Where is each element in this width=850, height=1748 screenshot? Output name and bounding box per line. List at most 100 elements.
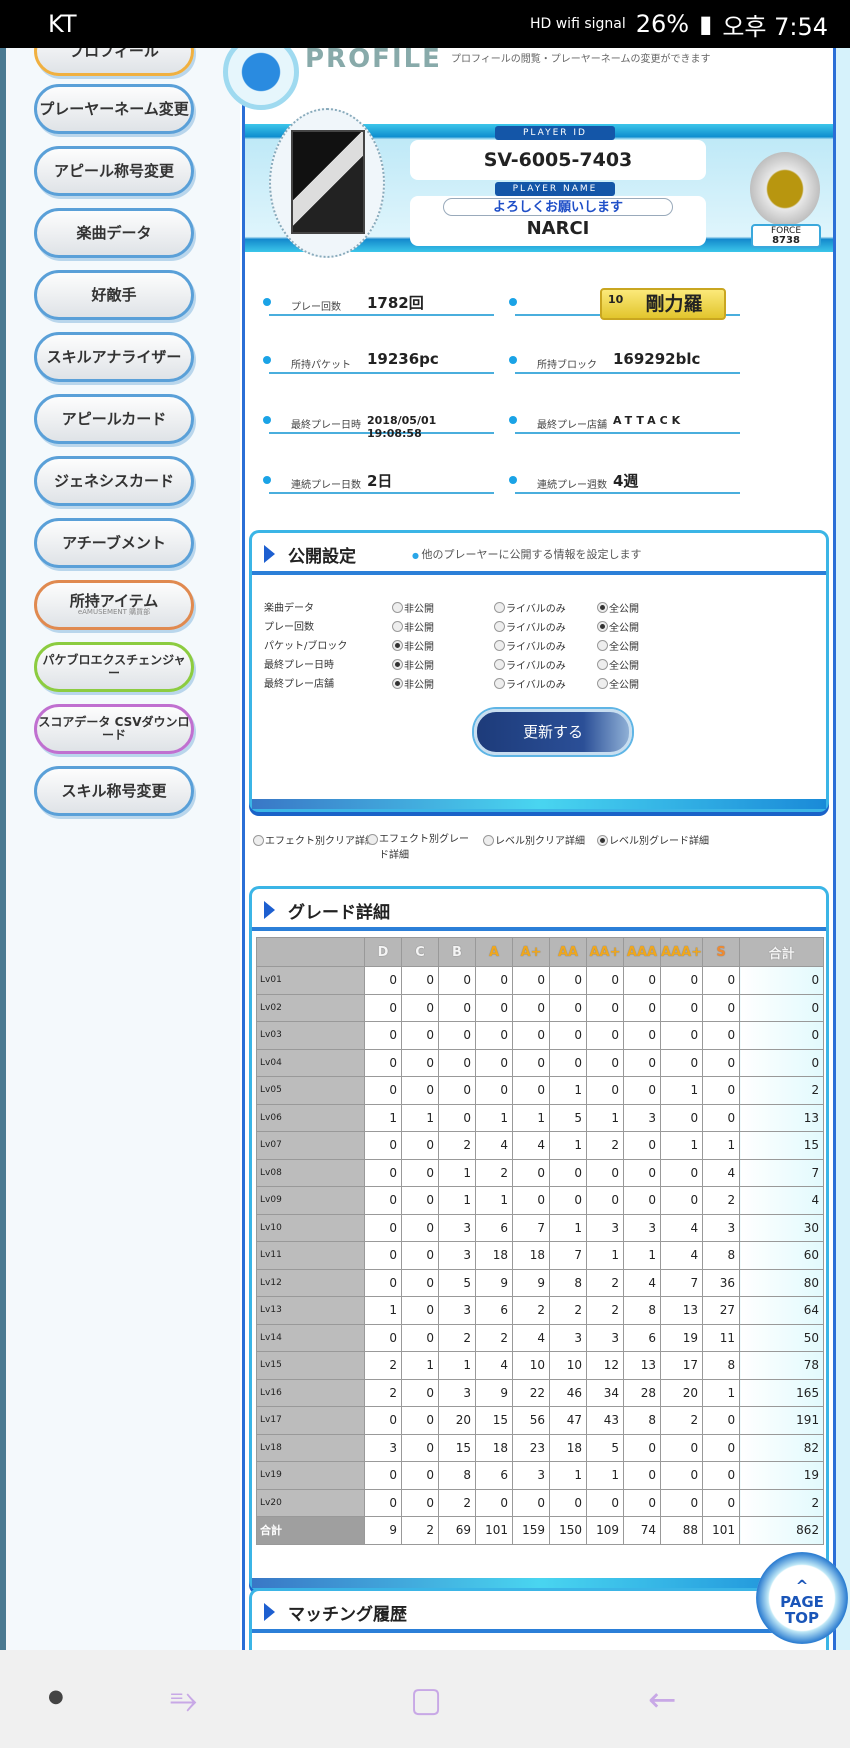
count-cell: 1 xyxy=(550,1214,587,1242)
level-cell: Lv08 xyxy=(257,1159,365,1187)
table-row: Lv0800120000047 xyxy=(257,1159,824,1187)
update-button[interactable]: 更新する xyxy=(474,709,632,755)
sidebar-item[interactable]: 好敵手 xyxy=(34,270,194,320)
sidebar-item[interactable]: スコアデータ CSVダウンロード xyxy=(34,704,194,754)
grade-column-header: S xyxy=(703,938,740,967)
sidebar-item[interactable]: アピールカード xyxy=(34,394,194,444)
sidebar-item[interactable]: パケブロエクスチェンジャー xyxy=(34,642,194,692)
radio-label: 非公開 xyxy=(404,638,434,653)
radio-icon[interactable] xyxy=(494,640,505,651)
count-cell: 0 xyxy=(476,1022,513,1050)
count-cell: 15 xyxy=(476,1407,513,1435)
count-cell: 7 xyxy=(740,1159,824,1187)
count-cell: 0 xyxy=(439,994,476,1022)
radio-icon[interactable] xyxy=(494,659,505,670)
sidebar-item[interactable]: アピール称号変更 xyxy=(34,146,194,196)
privacy-radio[interactable]: 非公開 xyxy=(392,676,434,691)
count-cell: 3 xyxy=(587,1214,624,1242)
table-header-row: DCBAA+AAAA+AAAAAA+S合計 xyxy=(257,938,824,967)
total-cell: 88 xyxy=(661,1517,703,1545)
radio-icon[interactable] xyxy=(494,621,505,632)
sidebar-item[interactable]: ジェネシスカード xyxy=(34,456,194,506)
back-icon[interactable]: ← xyxy=(648,1680,677,1720)
stat-value: 1782回 xyxy=(367,292,424,313)
privacy-radio[interactable]: 非公開 xyxy=(392,619,434,634)
count-cell: 0 xyxy=(550,1049,587,1077)
count-cell: 34 xyxy=(587,1379,624,1407)
privacy-radio[interactable]: ライバルのみ xyxy=(494,676,566,691)
radio-label: エフェクト別クリア詳細 xyxy=(265,832,375,847)
privacy-radio[interactable]: 全公開 xyxy=(597,619,639,634)
radio-icon[interactable] xyxy=(597,678,608,689)
radio-icon[interactable] xyxy=(494,678,505,689)
privacy-radio[interactable]: ライバルのみ xyxy=(494,619,566,634)
privacy-radio[interactable]: 全公開 xyxy=(597,638,639,653)
recent-apps-icon[interactable]: ⥱ xyxy=(170,1680,197,1720)
count-cell: 1 xyxy=(703,1132,740,1160)
radio-icon[interactable] xyxy=(392,640,403,651)
radio-icon[interactable] xyxy=(494,602,505,613)
radio-icon[interactable] xyxy=(392,678,403,689)
radio-icon[interactable] xyxy=(392,621,403,632)
privacy-radio[interactable]: ライバルのみ xyxy=(494,638,566,653)
count-cell: 0 xyxy=(476,1077,513,1105)
sidebar-item[interactable]: 楽曲データ xyxy=(34,208,194,258)
privacy-radio[interactable]: ライバルのみ xyxy=(494,600,566,615)
section-footer xyxy=(252,799,826,809)
count-cell: 8 xyxy=(624,1297,661,1325)
level-cell: Lv03 xyxy=(257,1022,365,1050)
count-cell: 0 xyxy=(513,1049,550,1077)
count-cell: 6 xyxy=(476,1462,513,1490)
page-top-button[interactable]: ^PAGETOP xyxy=(756,1552,848,1644)
view-option-radio[interactable]: レベル別クリア詳細 xyxy=(483,832,585,847)
view-option-radio[interactable]: エフェクト別グレード詳細 xyxy=(367,832,477,864)
radio-label: 全公開 xyxy=(609,676,639,691)
dot-icon[interactable]: ● xyxy=(48,1686,64,1707)
home-icon[interactable]: ▢ xyxy=(410,1680,442,1720)
sidebar-item[interactable]: プレーヤーネーム変更 xyxy=(34,84,194,134)
count-cell: 0 xyxy=(703,1489,740,1517)
privacy-radio[interactable]: ライバルのみ xyxy=(494,657,566,672)
radio-icon[interactable] xyxy=(597,659,608,670)
table-row: Lv0300000000000 xyxy=(257,1022,824,1050)
radio-icon[interactable] xyxy=(483,835,494,846)
sidebar-item[interactable]: スキルアナライザー xyxy=(34,332,194,382)
radio-icon[interactable] xyxy=(597,640,608,651)
privacy-radio[interactable]: 全公開 xyxy=(597,657,639,672)
radio-icon[interactable] xyxy=(253,835,264,846)
count-cell: 0 xyxy=(402,967,439,995)
radio-icon[interactable] xyxy=(597,621,608,632)
radio-icon[interactable] xyxy=(597,835,608,846)
privacy-radio[interactable]: 非公開 xyxy=(392,657,434,672)
radio-icon[interactable] xyxy=(597,602,608,613)
sidebar-item[interactable]: 所持アイテムeAMUSEMENT 購買部 xyxy=(34,580,194,630)
sidebar-item[interactable]: スキル称号変更 xyxy=(34,766,194,816)
count-cell: 0 xyxy=(661,1104,703,1132)
count-cell: 47 xyxy=(550,1407,587,1435)
count-cell: 3 xyxy=(624,1104,661,1132)
view-option-radio[interactable]: レベル別グレード詳細 xyxy=(597,832,709,847)
radio-icon[interactable] xyxy=(367,834,378,845)
sidebar-item[interactable]: アチーブメント xyxy=(34,518,194,568)
view-option-radio[interactable]: エフェクト別クリア詳細 xyxy=(253,832,375,847)
radio-label: 全公開 xyxy=(609,657,639,672)
radio-label: ライバルのみ xyxy=(506,638,566,653)
grade-label: A+ xyxy=(521,945,542,960)
count-cell: 0 xyxy=(550,1159,587,1187)
count-cell: 4 xyxy=(624,1269,661,1297)
count-cell: 0 xyxy=(550,1022,587,1050)
count-cell: 23 xyxy=(513,1434,550,1462)
radio-label: ライバルのみ xyxy=(506,657,566,672)
privacy-radio[interactable]: 非公開 xyxy=(392,638,434,653)
radio-icon[interactable] xyxy=(392,659,403,670)
count-cell: 0 xyxy=(624,1022,661,1050)
privacy-radio[interactable]: 全公開 xyxy=(597,600,639,615)
count-cell: 3 xyxy=(587,1324,624,1352)
radio-icon[interactable] xyxy=(392,602,403,613)
privacy-radio[interactable]: 非公開 xyxy=(392,600,434,615)
privacy-radio[interactable]: 全公開 xyxy=(597,676,639,691)
privacy-row-label: 最終プレー日時 xyxy=(264,656,334,674)
count-cell: 0 xyxy=(624,1077,661,1105)
count-cell: 0 xyxy=(624,1489,661,1517)
level-cell: Lv19 xyxy=(257,1462,365,1490)
